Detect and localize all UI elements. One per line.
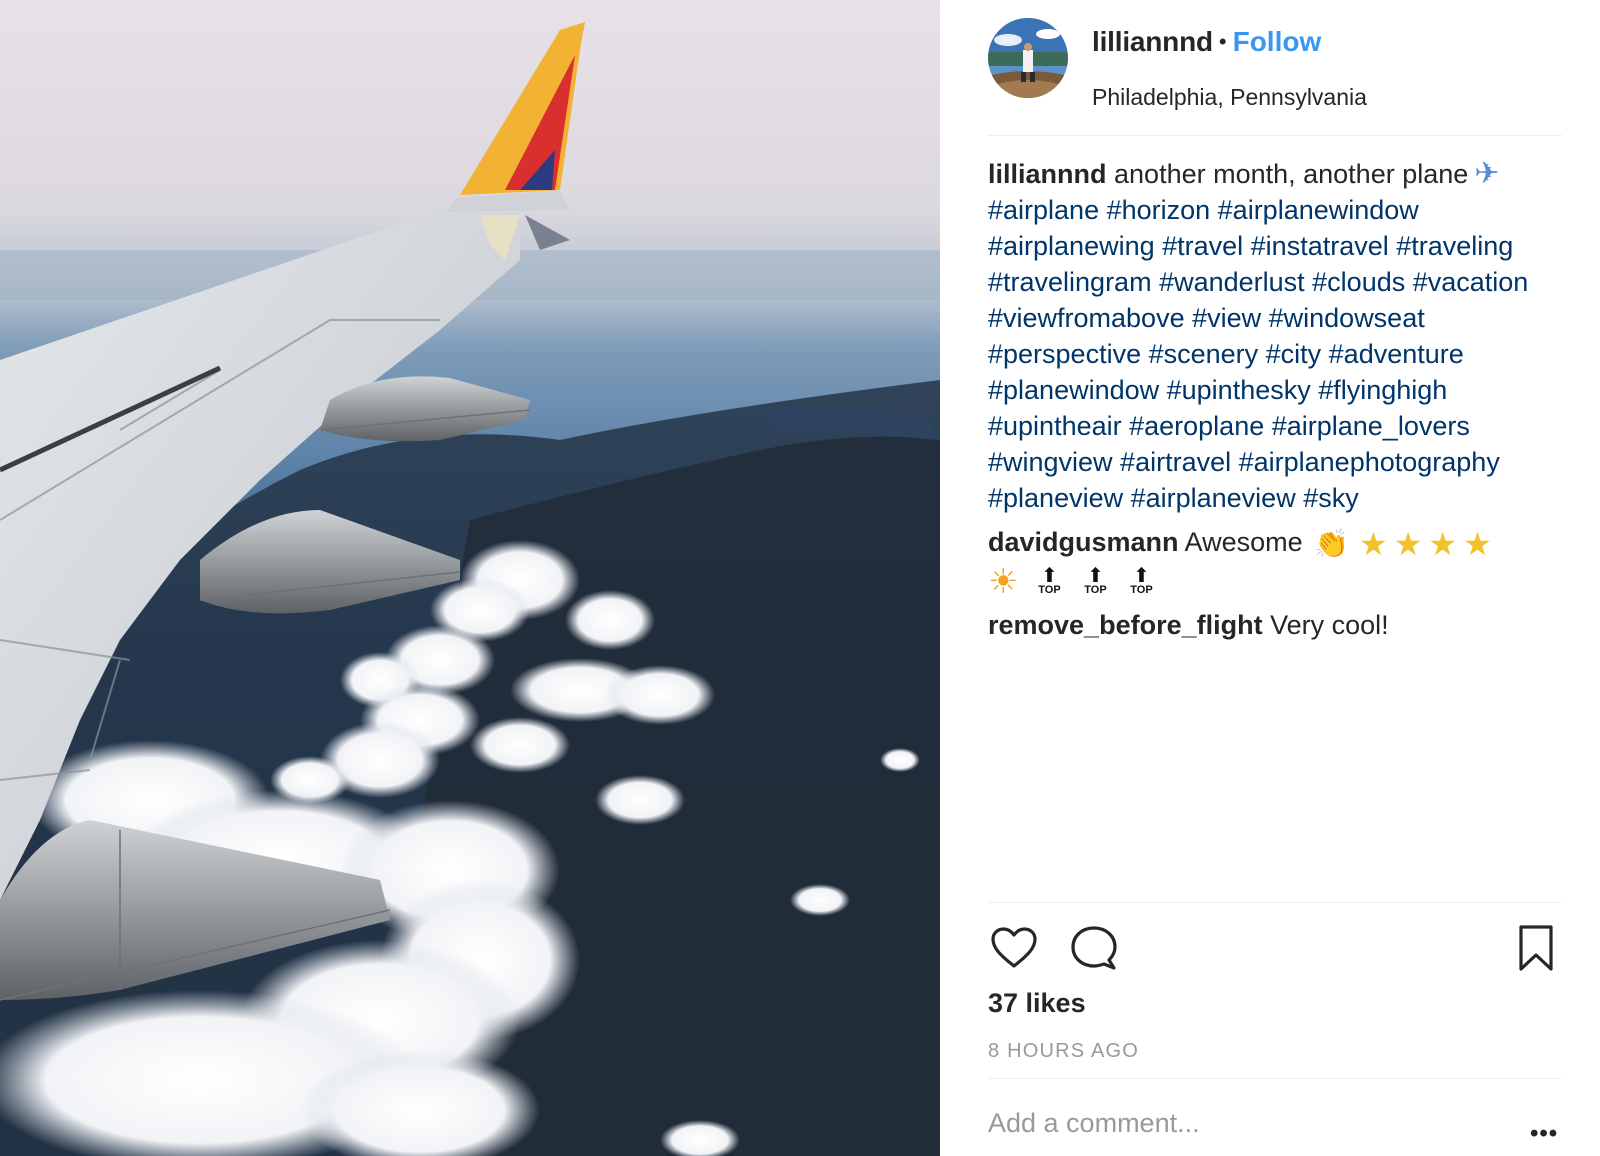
post-header: lilliannnd • Follow Philadelphia, Pennsylv… [988,18,1562,136]
comment-item: davidgusmann Awesome 👏 ★ ★ ★ ★ ☀ ⬆ TOP ⬆ T… [988,524,1568,599]
caption-username[interactable]: lilliannnd [988,159,1107,189]
comment-emojis: 👏 ★ ★ ★ ★ [1310,526,1492,562]
airplane-emoji-icon: ✈ [1474,157,1500,190]
airplane-wing-photo [0,0,940,1156]
post-location[interactable]: Philadelphia, Pennsylvania [1092,84,1367,111]
caption: lilliannnd another month, another plane ✈… [988,156,1568,516]
comment-item: remove_before_flight Very cool! [988,607,1568,643]
star-icon: ★ [1428,525,1458,562]
caption-hashtags[interactable]: #airplane #horizon #airplanewindow #airp… [988,195,1528,513]
clapping-hands-icon: 👏 [1314,527,1349,559]
heart-icon [991,927,1037,968]
avatar[interactable] [988,18,1068,98]
follow-button[interactable]: Follow [1233,26,1322,57]
top-label: TOP [1130,583,1153,596]
star-icon: ★ [1463,525,1492,562]
comment-button[interactable] [1068,922,1120,974]
user-avatar-photo [988,18,1068,98]
comment-text: Awesome [1184,527,1303,557]
caption-text: another month, another plane [1114,159,1469,189]
top-label: TOP [1084,583,1107,596]
up-arrow-icon: ⬆ [1041,564,1058,587]
comment-bubble-icon [1071,926,1117,970]
post-username[interactable]: lilliannnd [1092,26,1213,57]
comment-text: Very cool! [1270,609,1389,640]
likes-count[interactable]: 37 likes [988,988,1086,1019]
comment-username[interactable]: remove_before_flight [988,610,1263,640]
divider [988,902,1562,903]
up-arrow-icon: ⬆ [1087,564,1104,587]
star-icon: ★ [1393,525,1423,562]
comment-username[interactable]: davidgusmann [988,527,1179,557]
comment-emojis-line-2: ☀ ⬆ TOP ⬆ TOP ⬆ TOP [988,565,1156,599]
like-button[interactable] [988,922,1040,974]
star-icon: ★ [1359,525,1388,562]
top-label: TOP [1038,583,1061,596]
up-arrow-icon: ⬆ [1133,564,1150,587]
post-photo[interactable] [0,0,940,1156]
post-actions [988,922,1562,974]
post-details-panel: lilliannnd • Follow Philadelphia, Pennsylv… [940,0,1600,1156]
top-arrow-icon: ⬆ TOP [1034,564,1064,596]
post-timestamp[interactable]: 8 HOURS AGO [988,1040,1139,1063]
add-comment-input[interactable] [988,1108,1488,1139]
comments-list: lilliannnd another month, another plane ✈… [988,156,1568,651]
top-arrow-icon: ⬆ TOP [1080,564,1110,596]
separator-dot: • [1218,29,1227,54]
save-button[interactable] [1510,922,1562,974]
divider [988,1078,1562,1079]
user-line: lilliannnd • Follow [1092,26,1321,60]
more-options-button[interactable]: ••• [1530,1120,1558,1148]
sun-icon: ☀ [988,562,1019,601]
bookmark-icon [1519,925,1553,971]
top-arrow-icon: ⬆ TOP [1126,564,1156,596]
